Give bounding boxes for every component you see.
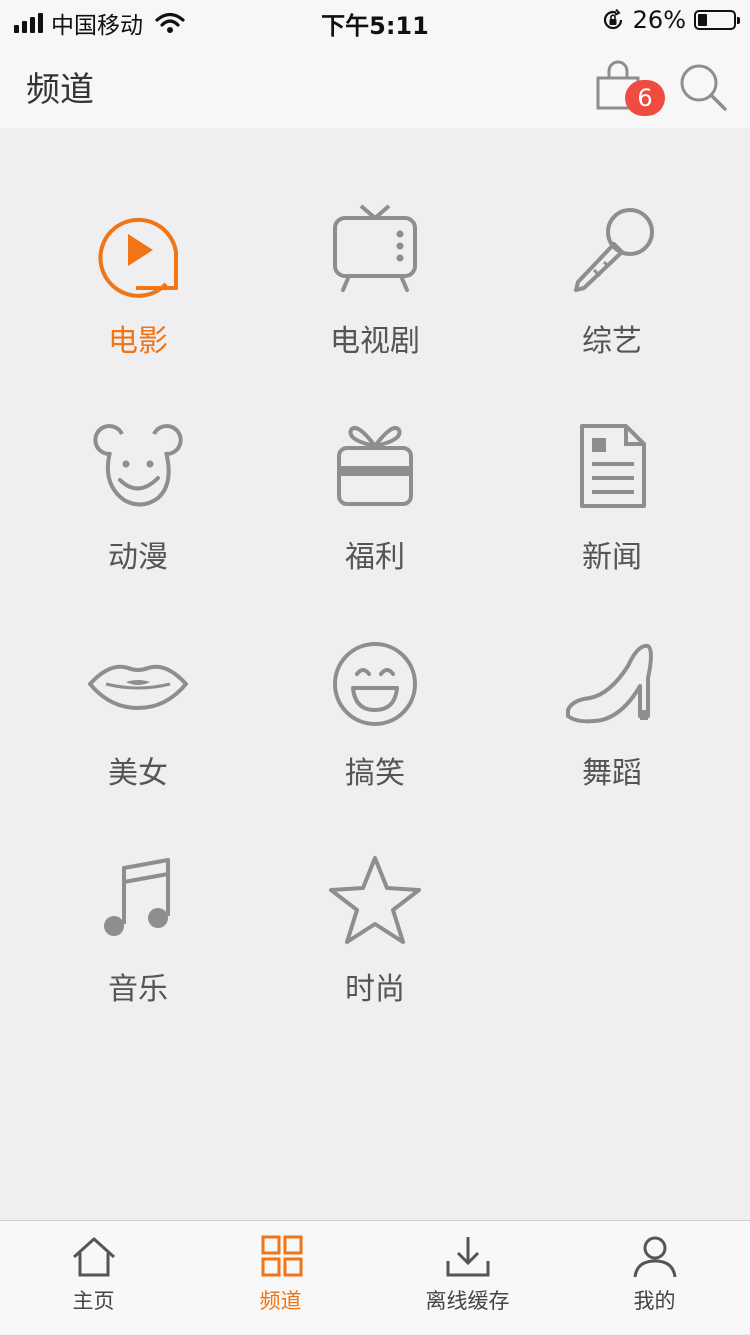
newspaper-icon bbox=[580, 424, 646, 508]
microphone-icon bbox=[574, 208, 654, 292]
user-icon bbox=[633, 1236, 676, 1278]
tab-label: 主页 bbox=[72, 1289, 115, 1313]
channel-tv-series[interactable]: 电视剧 bbox=[257, 204, 493, 404]
home-icon bbox=[72, 1237, 115, 1277]
tab-label: 频道 bbox=[259, 1289, 302, 1313]
channel-beauty[interactable]: 美女 bbox=[20, 636, 256, 836]
channel-music[interactable]: 音乐 bbox=[20, 852, 256, 1052]
cartoon-mouse-icon bbox=[93, 424, 183, 507]
channel-label: 综艺 bbox=[582, 324, 642, 359]
bottom-tab-bar: 主页 频道 离线缓存 我的 bbox=[0, 1220, 750, 1334]
channel-label: 新闻 bbox=[582, 540, 642, 575]
tv-icon bbox=[333, 204, 417, 292]
tab-mine[interactable]: 我的 bbox=[561, 1221, 748, 1335]
tab-label: 离线缓存 bbox=[425, 1289, 510, 1313]
channel-label: 电视剧 bbox=[330, 324, 420, 359]
channel-welfare[interactable]: 福利 bbox=[257, 420, 493, 620]
channel-label: 音乐 bbox=[108, 972, 168, 1007]
movie-play-icon bbox=[98, 217, 178, 298]
star-icon bbox=[329, 856, 421, 944]
channel-grid: 电影 电视剧 综艺 动漫 福利 新闻 美女 搞笑 舞蹈 音乐 时尚 bbox=[0, 128, 750, 1220]
search-icon[interactable] bbox=[676, 60, 730, 114]
channel-label: 电影 bbox=[108, 324, 168, 359]
tab-home[interactable]: 主页 bbox=[0, 1221, 187, 1335]
channel-variety[interactable]: 综艺 bbox=[494, 204, 730, 404]
lips-icon bbox=[88, 664, 188, 710]
channel-label: 动漫 bbox=[108, 540, 168, 575]
battery-level bbox=[698, 14, 707, 26]
gift-icon bbox=[337, 426, 413, 506]
grid-icon bbox=[261, 1235, 302, 1277]
channel-funny[interactable]: 搞笑 bbox=[257, 636, 493, 836]
channel-anime[interactable]: 动漫 bbox=[20, 420, 256, 620]
channel-label: 福利 bbox=[345, 540, 405, 575]
channel-movie[interactable]: 电影 bbox=[20, 204, 256, 404]
tab-label: 我的 bbox=[633, 1289, 676, 1313]
channel-label: 时尚 bbox=[345, 972, 405, 1007]
tab-channels[interactable]: 频道 bbox=[187, 1221, 374, 1335]
download-icon bbox=[446, 1237, 489, 1277]
tab-offline-cache[interactable]: 离线缓存 bbox=[374, 1221, 561, 1335]
channel-label: 搞笑 bbox=[345, 756, 405, 791]
channel-label: 舞蹈 bbox=[582, 756, 642, 791]
channel-fashion[interactable]: 时尚 bbox=[257, 852, 493, 1052]
laughing-face-icon bbox=[333, 642, 417, 726]
battery-icon bbox=[694, 10, 740, 30]
header: 频道 6 bbox=[0, 42, 750, 128]
music-note-icon bbox=[104, 858, 170, 936]
battery-percent: 26% bbox=[632, 6, 686, 34]
status-bar: 中国移动 下午5:11 26% bbox=[0, 0, 750, 42]
high-heel-icon bbox=[566, 643, 653, 724]
cart-badge: 6 bbox=[625, 80, 665, 116]
channel-dance[interactable]: 舞蹈 bbox=[494, 636, 730, 836]
channel-news[interactable]: 新闻 bbox=[494, 420, 730, 620]
channel-label: 美女 bbox=[108, 756, 168, 791]
page-title: 频道 bbox=[26, 70, 94, 110]
orientation-lock-icon bbox=[603, 8, 622, 30]
